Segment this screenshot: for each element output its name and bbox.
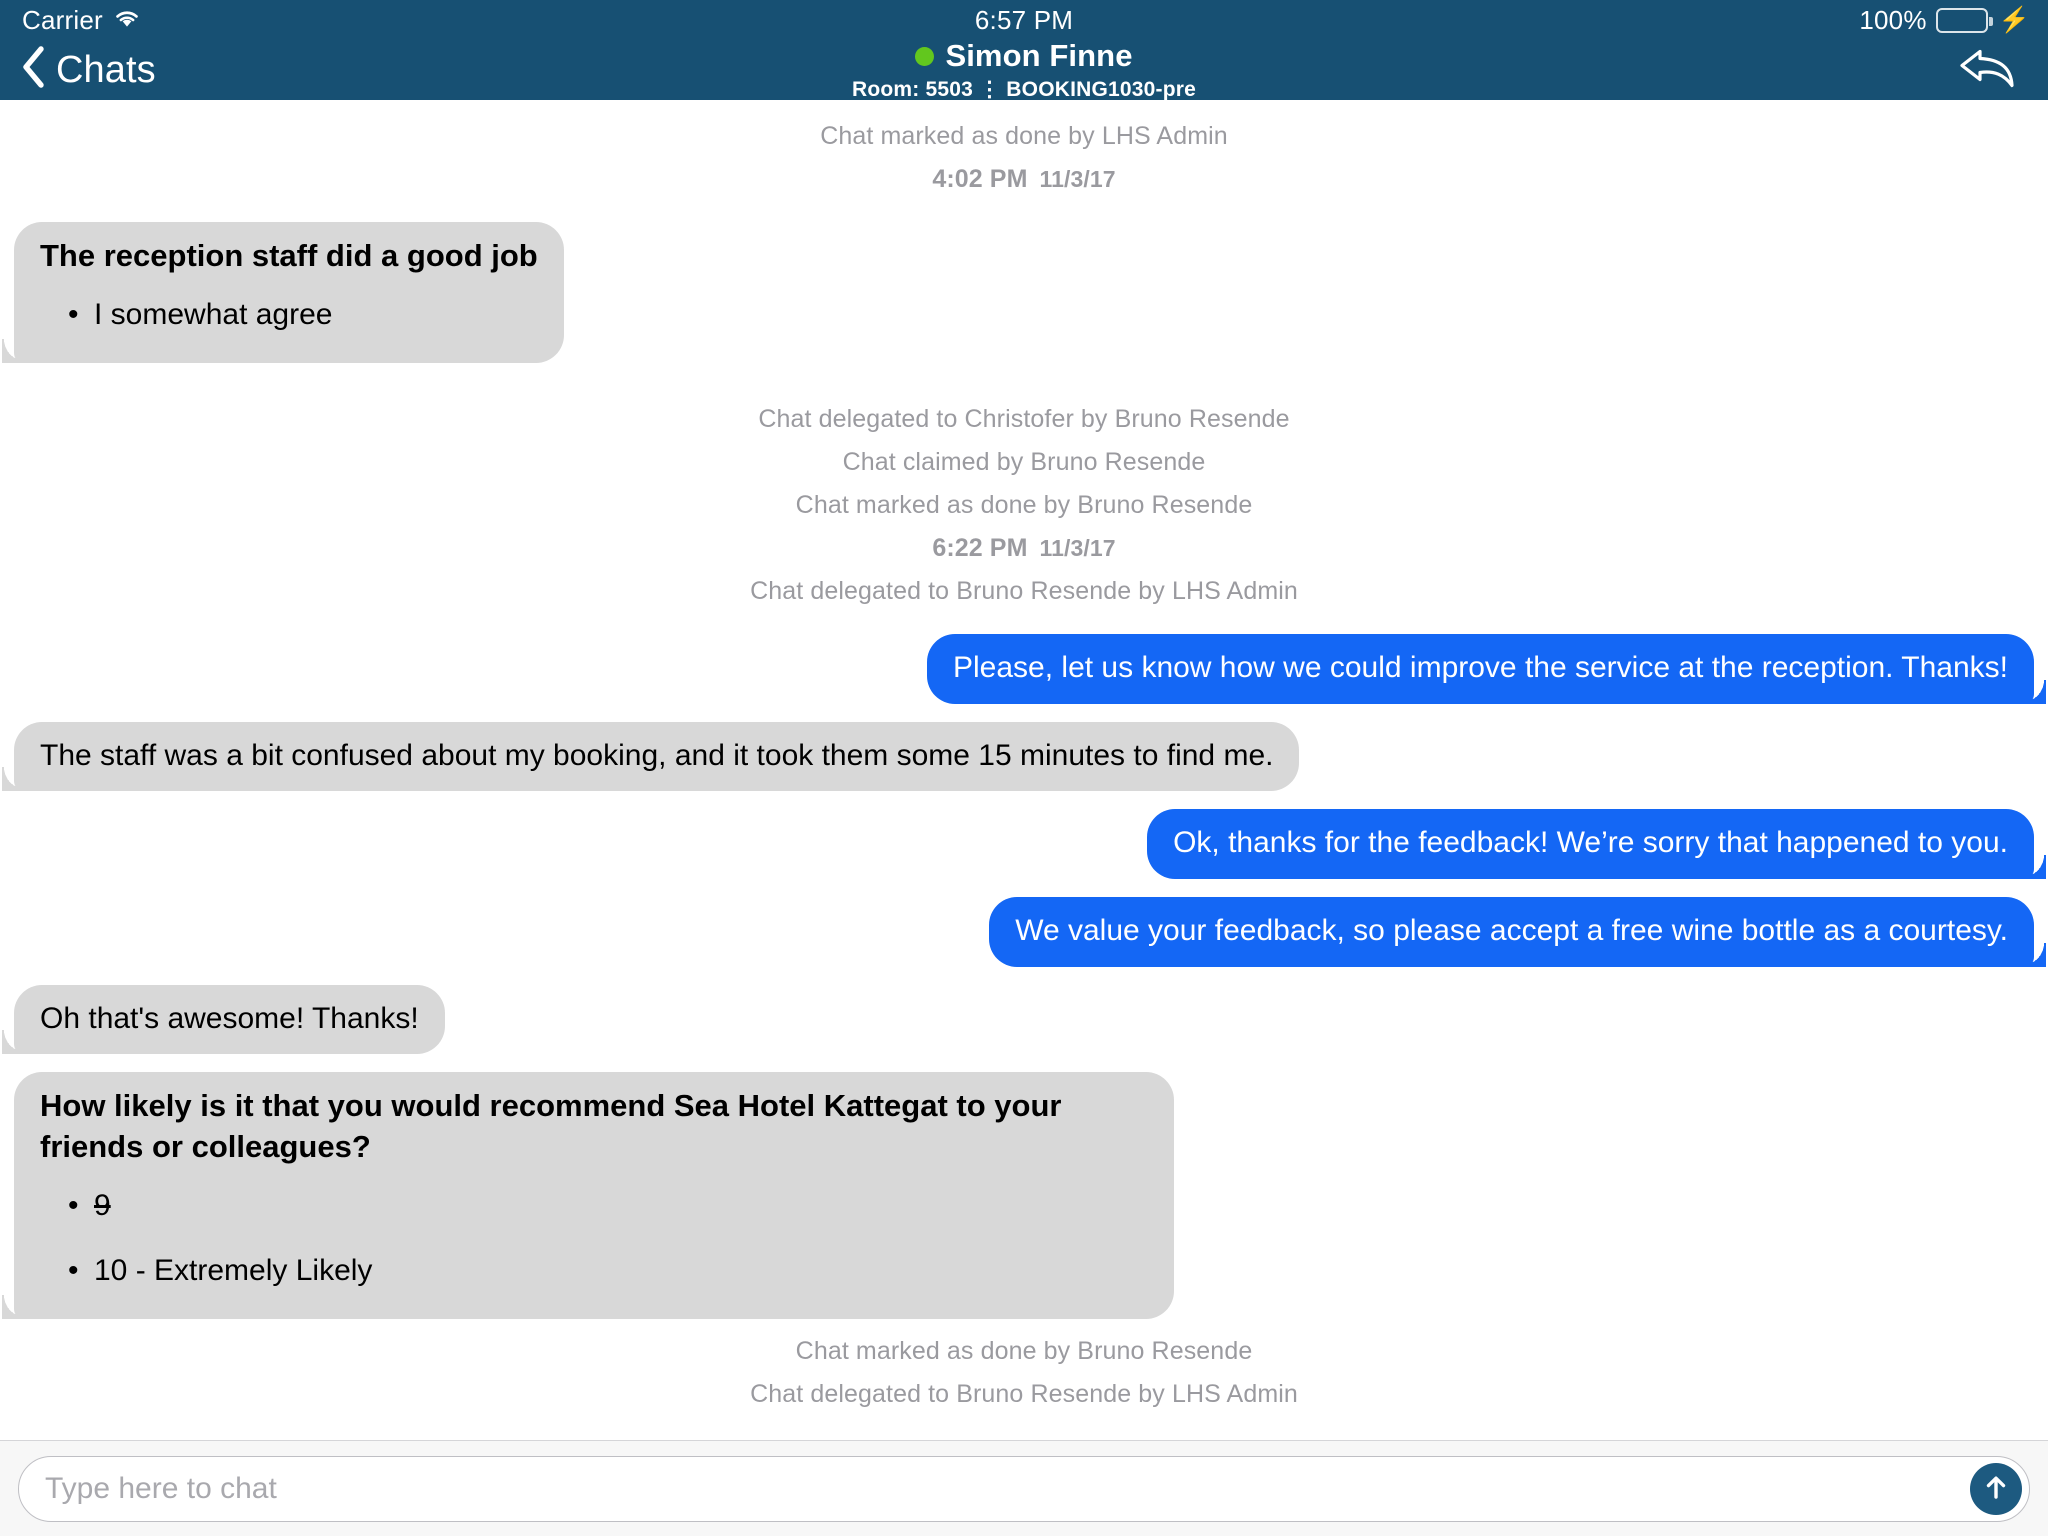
outgoing-message-bubble[interactable]: We value your feedback, so please accept… [989, 897, 2046, 967]
message-row: Oh that's awesome! Thanks! [0, 984, 2048, 1055]
timestamp-time: 4:02 PM [932, 165, 1028, 193]
outgoing-message-bubble[interactable]: Ok, thanks for the feedback! We’re sorry… [1147, 809, 2046, 880]
nav-bar: Chats Simon Finne Room: 5503 ⋮ BOOKING10… [0, 37, 2048, 101]
carrier-label: Carrier [22, 4, 103, 35]
composer-bar [0, 1440, 2048, 1536]
survey-answer-list: I somewhat agree [40, 282, 538, 347]
battery-icon [1935, 7, 1993, 33]
chevron-left-icon [20, 45, 46, 94]
survey-answer-list: 9 10 - Extremely Likely [40, 1173, 1148, 1303]
message-row: Ok, thanks for the feedback! We’re sorry… [0, 809, 2048, 880]
contact-name: Simon Finne [945, 37, 1133, 73]
send-button[interactable] [1970, 1462, 2022, 1515]
survey-answer: 9 [68, 1173, 1148, 1238]
system-message: Chat claimed by Bruno Resende [842, 448, 1206, 477]
system-message-row: Chat delegated to Bruno Resende by LHS A… [0, 577, 2048, 606]
survey-answer: I somewhat agree [68, 282, 538, 347]
system-message-row: Chat marked as done by Bruno Resende [0, 1337, 2048, 1366]
lightning-bolt-icon: ⚡ [1998, 5, 2030, 34]
conversation-header[interactable]: Simon Finne Room: 5503 ⋮ BOOKING1030-pre [851, 37, 1197, 101]
timestamp: 4:02 PM 11/3/17 [0, 165, 2048, 194]
message-row: We value your feedback, so please accept… [0, 897, 2048, 967]
status-bar-left: Carrier [22, 5, 141, 36]
survey-answer: 10 - Extremely Likely [68, 1238, 1148, 1303]
system-message: Chat delegated to Bruno Resende by LHS A… [750, 577, 1298, 606]
system-message: Chat marked as done by Bruno Resende [795, 1336, 1253, 1365]
online-status-dot [915, 46, 935, 66]
system-message: Chat delegated to Christofer by Bruno Re… [758, 405, 1290, 434]
system-message-row: Chat delegated to Christofer by Bruno Re… [0, 405, 2048, 434]
survey-answer-text: 9 [94, 1188, 111, 1222]
status-bar-clock: 6:57 PM [974, 4, 1074, 35]
outgoing-message-bubble[interactable]: Please, let us know how we could improve… [927, 634, 2046, 704]
reply-arrow-button[interactable] [1958, 44, 2020, 97]
room-booking-subtitle: Room: 5503 ⋮ BOOKING1030-pre [851, 77, 1197, 101]
message-row: The staff was a bit confused about my bo… [0, 721, 2048, 792]
timestamp-date: 11/3/17 [1039, 535, 1116, 562]
wifi-icon [113, 5, 141, 36]
system-message-row: Chat claimed by Bruno Resende [0, 448, 2048, 477]
incoming-message-bubble[interactable]: The staff was a bit confused about my bo… [1, 721, 1300, 792]
system-message-row: Chat marked as done by LHS Admin [0, 122, 2048, 151]
survey-question: The reception staff did a good job [40, 238, 538, 273]
reply-arrow-icon [1958, 49, 2020, 96]
chat-input[interactable] [18, 1455, 2030, 1522]
system-message: Chat delegated to Bruno Resende by LHS A… [750, 1379, 1298, 1408]
survey-bubble[interactable]: How likely is it that you would recommen… [2, 1072, 1174, 1319]
timestamp: 6:22 PM 11/3/17 [0, 534, 2048, 563]
timestamp-row: 4:02 PM 11/3/17 [0, 165, 2048, 194]
arrow-up-icon [1981, 1472, 2011, 1505]
back-to-chats-button[interactable]: Chats [20, 45, 156, 96]
timestamp-date: 11/3/17 [1039, 166, 1116, 192]
survey-question: How likely is it that you would recommen… [40, 1088, 1062, 1164]
survey-answer-text: I somewhat agree [94, 298, 333, 332]
system-message: Chat marked as done by Bruno Resende [795, 491, 1253, 520]
message-row: Please, let us know how we could improve… [0, 634, 2048, 704]
back-to-chats-label: Chats [56, 48, 156, 91]
message-list[interactable]: Chat marked as done by LHS Admin 4:02 PM… [0, 100, 2048, 1440]
system-message: Chat marked as done by LHS Admin [820, 122, 1228, 150]
system-message-row: Chat delegated to Bruno Resende by LHS A… [0, 1380, 2048, 1409]
incoming-message-bubble[interactable]: Oh that's awesome! Thanks! [2, 984, 445, 1055]
chat-screen: Carrier 6:57 PM 100% ⚡ Chats Simon Finne… [0, 0, 2048, 1536]
survey-bubble[interactable]: The reception staff did a good job I som… [2, 222, 564, 364]
message-row: The reception staff did a good job I som… [0, 222, 2048, 364]
survey-answer-text: 10 - Extremely Likely [94, 1253, 373, 1287]
timestamp-row: 6:22 PM 11/3/17 [0, 534, 2048, 563]
composer-input-wrap [18, 1455, 2030, 1522]
conversation-title-row: Simon Finne [852, 37, 1196, 74]
timestamp-time: 6:22 PM [932, 534, 1028, 563]
system-message-row: Chat marked as done by Bruno Resende [0, 491, 2048, 520]
battery-percent-label: 100% [1859, 4, 1927, 35]
status-bar: Carrier 6:57 PM 100% ⚡ [0, 0, 2048, 40]
status-bar-right: 100% ⚡ [1859, 5, 2030, 36]
message-row: How likely is it that you would recommen… [0, 1072, 2048, 1319]
